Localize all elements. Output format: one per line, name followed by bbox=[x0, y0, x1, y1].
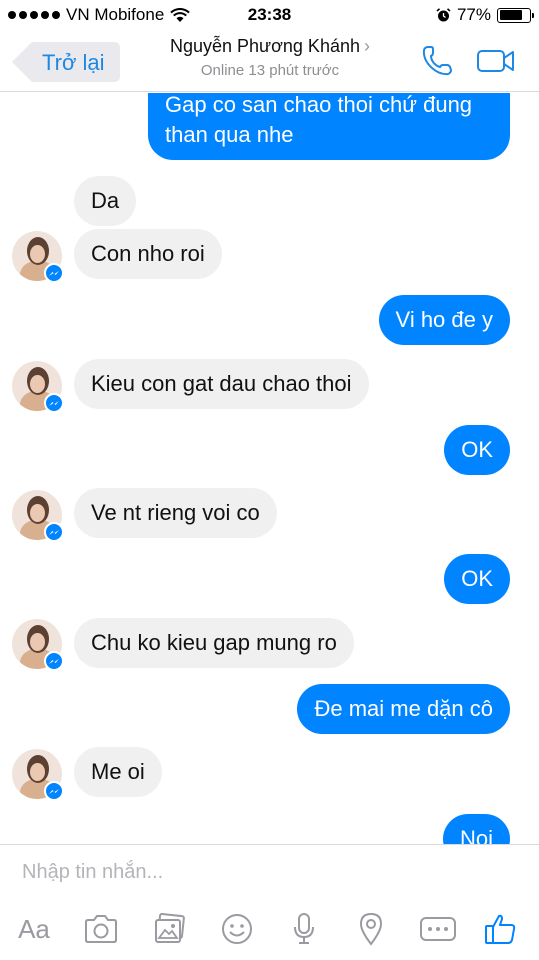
conversation-header: Trở lại Nguyễn Phương Khánh › Online 13 p… bbox=[0, 30, 539, 92]
camera-icon[interactable] bbox=[81, 909, 121, 949]
incoming-message[interactable]: Me oi bbox=[74, 747, 162, 797]
message-composer: Nhập tin nhắn... Aa bbox=[0, 844, 539, 960]
text-format-icon[interactable]: Aa bbox=[14, 909, 54, 949]
message-input[interactable]: Nhập tin nhắn... bbox=[22, 861, 163, 884]
messenger-badge-icon bbox=[44, 781, 64, 801]
messenger-badge-icon bbox=[44, 263, 64, 283]
outgoing-message[interactable]: Đe mai me dặn cô bbox=[297, 684, 510, 734]
location-icon[interactable] bbox=[351, 909, 391, 949]
emoji-icon[interactable] bbox=[217, 909, 257, 949]
microphone-icon[interactable] bbox=[284, 909, 324, 949]
phone-call-icon[interactable] bbox=[420, 44, 454, 78]
like-icon[interactable] bbox=[480, 909, 520, 949]
back-label: Trở lại bbox=[42, 50, 105, 75]
back-button[interactable]: Trở lại bbox=[12, 42, 120, 82]
alarm-clock-icon bbox=[436, 7, 451, 21]
outgoing-message[interactable]: Noi bbox=[442, 814, 510, 844]
battery-info: 77% bbox=[436, 5, 534, 25]
outgoing-message[interactable]: Vi ho đe y bbox=[378, 295, 510, 345]
messenger-badge-icon bbox=[44, 522, 64, 542]
more-icon[interactable] bbox=[418, 909, 458, 949]
battery-fill bbox=[499, 10, 522, 20]
message-list[interactable]: Gap co san chao thoi chứ đung than qua n… bbox=[0, 93, 539, 844]
outgoing-message[interactable]: Gap co san chao thoi chứ đung than qua n… bbox=[148, 93, 510, 160]
outgoing-message[interactable]: OK bbox=[444, 554, 510, 604]
outgoing-message[interactable]: OK bbox=[444, 425, 510, 475]
incoming-message[interactable]: Chu ko kieu gap mung ro bbox=[74, 618, 354, 668]
incoming-message[interactable]: Ve nt rieng voi co bbox=[74, 488, 277, 538]
photo-gallery-icon[interactable] bbox=[150, 909, 190, 949]
incoming-message[interactable]: Da bbox=[74, 176, 137, 226]
battery-percent: 77% bbox=[456, 5, 491, 24]
incoming-message[interactable]: Con nho roi bbox=[74, 229, 222, 279]
video-call-icon[interactable] bbox=[476, 47, 516, 75]
status-bar: VN Mobifone 23:38 77% bbox=[0, 0, 539, 30]
composer-toolbar: Aa bbox=[0, 909, 539, 949]
contact-info[interactable]: Nguyễn Phương Khánh › Online 13 phút trướ… bbox=[140, 36, 400, 79]
contact-status: Online 13 phút trước bbox=[200, 62, 340, 79]
contact-name: Nguyễn Phương Khánh bbox=[170, 36, 360, 56]
messenger-badge-icon bbox=[44, 651, 64, 671]
chevron-right-icon: › bbox=[363, 36, 370, 56]
incoming-message[interactable]: Kieu con gat dau chao thoi bbox=[74, 359, 369, 409]
battery-icon bbox=[497, 7, 534, 23]
messenger-badge-icon bbox=[44, 393, 64, 413]
